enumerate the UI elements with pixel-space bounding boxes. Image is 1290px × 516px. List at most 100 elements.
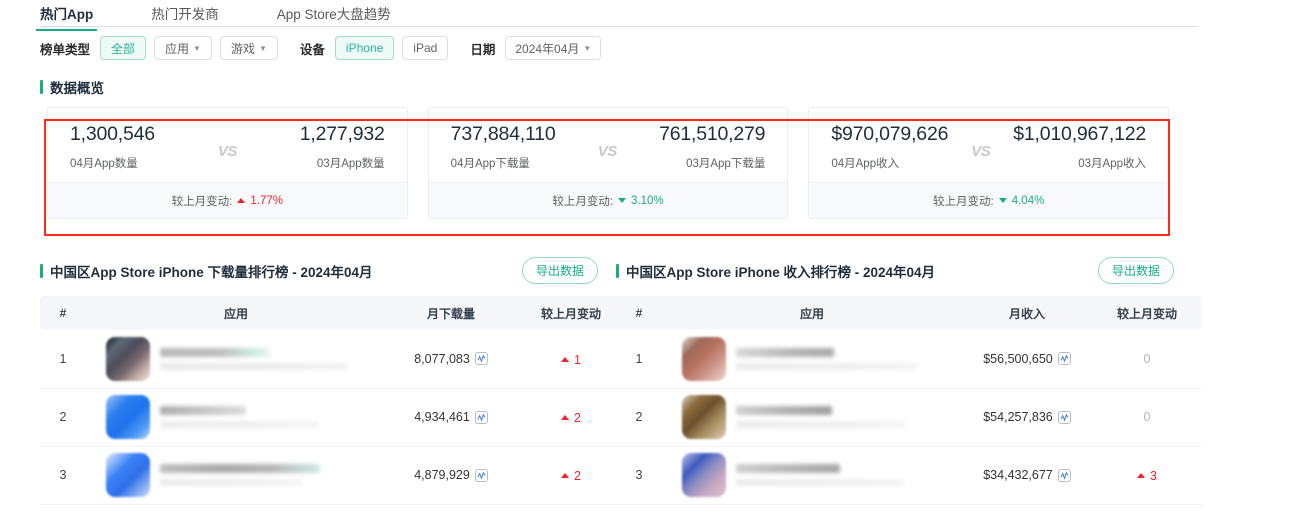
revenue-value: $56,500,650 bbox=[983, 351, 1053, 366]
filter-date-value: 2024年04月 bbox=[515, 41, 580, 56]
tab-hot-app[interactable]: 热门App bbox=[35, 0, 98, 31]
tab-appstore-trend[interactable]: App Store大盘趋势 bbox=[277, 0, 391, 31]
cell-downloads: 4,879,929 bbox=[386, 446, 516, 505]
section-accent-bar bbox=[616, 263, 619, 278]
change-wrap: 1 bbox=[561, 353, 581, 367]
downloads-rank-table: 中国区App Store iPhone 下载量排行榜 - 2024年04月 导出… bbox=[40, 257, 626, 505]
table-row[interactable]: 2 $54,257,836 0 bbox=[616, 388, 1202, 447]
cell-app[interactable] bbox=[86, 330, 386, 389]
vs-separator: VS bbox=[971, 142, 991, 160]
app-cell[interactable] bbox=[86, 336, 386, 381]
app-cell[interactable] bbox=[86, 395, 386, 439]
metric-current: $970,079,626 04月App收入 bbox=[831, 123, 948, 171]
downloads-value: 4,879,929 bbox=[414, 468, 470, 482]
filter-rank-type-all[interactable]: 全部 bbox=[100, 36, 147, 60]
change-wrap: 2 bbox=[561, 411, 581, 425]
filter-device-iphone-label: iPhone bbox=[345, 41, 384, 55]
cell-app[interactable] bbox=[662, 330, 962, 389]
export-downloads-button[interactable]: 导出数据 bbox=[521, 257, 598, 284]
filter-label-rank-type: 榜单类型 bbox=[40, 42, 91, 57]
trend-chart-icon[interactable] bbox=[474, 410, 488, 424]
col-downloads: 月下载量 bbox=[386, 296, 516, 330]
change-wrap: 2 bbox=[561, 469, 581, 483]
cell-rank: 1 bbox=[616, 330, 662, 389]
filter-label-device: 设备 bbox=[299, 42, 325, 57]
change-percent: 3.10% bbox=[631, 194, 664, 207]
rank-value: 3 bbox=[59, 468, 67, 482]
rank-value: 2 bbox=[59, 410, 67, 424]
app-cell[interactable] bbox=[86, 453, 386, 497]
app-name-redacted bbox=[160, 347, 386, 370]
arrow-down-icon bbox=[618, 198, 627, 203]
filter-rank-type-games[interactable]: 游戏 ▼ bbox=[219, 36, 278, 60]
app-name-redacted bbox=[160, 464, 386, 486]
cell-app[interactable] bbox=[662, 446, 962, 505]
cell-rank: 3 bbox=[616, 446, 662, 505]
tab-hot-developer[interactable]: 热门开发商 bbox=[151, 0, 219, 31]
downloads-table-title-text: 中国区App Store iPhone 下载量排行榜 - 2024年04月 bbox=[50, 264, 373, 280]
filter-rank-type-games-label: 游戏 bbox=[230, 41, 255, 56]
app-icon-redacted bbox=[106, 395, 150, 439]
cell-revenue: $54,257,836 bbox=[962, 388, 1092, 447]
overview-card-revenue: $970,079,626 04月App收入 VS $1,010,967,122 … bbox=[808, 107, 1170, 219]
filter-rank-type-apps[interactable]: 应用 ▼ bbox=[154, 36, 212, 60]
cell-change: 2 bbox=[516, 388, 626, 447]
downloads-value-wrap: 8,077,083 bbox=[414, 352, 488, 366]
change-wrap: 3 bbox=[1137, 469, 1157, 483]
revenue-table-title-text: 中国区App Store iPhone 收入排行榜 - 2024年04月 bbox=[626, 264, 936, 280]
arrow-up-icon bbox=[561, 473, 570, 479]
cell-rank: 2 bbox=[40, 388, 86, 447]
app-cell[interactable] bbox=[662, 395, 962, 439]
rank-value: 2 bbox=[635, 410, 643, 424]
revenue-table: # 应用 月收入 较上月变动 1 $56,500,650 0 2 $54,257… bbox=[616, 296, 1202, 505]
cell-rank: 1 bbox=[40, 330, 86, 389]
cell-downloads: 8,077,083 bbox=[386, 330, 516, 389]
trend-chart-icon[interactable] bbox=[474, 468, 488, 482]
table-row[interactable]: 2 4,934,461 2 bbox=[40, 388, 626, 447]
trend-chart-icon[interactable] bbox=[1057, 410, 1071, 424]
table-row[interactable]: 3 $34,432,677 3 bbox=[616, 446, 1202, 505]
arrow-up-icon bbox=[561, 415, 570, 421]
trend-chart-icon[interactable] bbox=[1057, 468, 1071, 482]
metric-previous-value: 1,277,932 bbox=[299, 123, 385, 145]
arrow-down-icon bbox=[998, 198, 1007, 203]
cell-app[interactable] bbox=[86, 388, 386, 447]
app-icon-redacted bbox=[106, 453, 150, 497]
change-percent: 4.04% bbox=[1011, 194, 1045, 207]
col-rank: # bbox=[40, 296, 86, 330]
filter-device-iphone[interactable]: iPhone bbox=[334, 36, 395, 60]
change-value: 0 bbox=[1143, 351, 1151, 366]
overview-card-app-count: 1,300,546 04月App数量 VS 1,277,932 03月App数量… bbox=[47, 107, 408, 219]
card-metrics: 1,300,546 04月App数量 VS 1,277,932 03月App数量 bbox=[48, 108, 407, 182]
app-icon-redacted bbox=[682, 336, 726, 381]
filter-date-picker[interactable]: 2024年04月 ▼ bbox=[505, 36, 602, 60]
col-app: 应用 bbox=[86, 296, 386, 330]
card-change-footer: 较上月变动: 1.77% bbox=[48, 182, 407, 218]
app-cell[interactable] bbox=[662, 453, 962, 497]
vs-separator: VS bbox=[217, 142, 238, 160]
filter-device-ipad[interactable]: iPad bbox=[402, 36, 449, 60]
trend-chart-icon[interactable] bbox=[474, 352, 488, 366]
cell-revenue: $56,500,650 bbox=[962, 330, 1092, 389]
rank-tables: 中国区App Store iPhone 下载量排行榜 - 2024年04月 导出… bbox=[40, 257, 1202, 505]
metric-previous-value: $1,010,967,122 bbox=[1013, 123, 1146, 145]
app-icon-redacted bbox=[682, 395, 726, 439]
metric-current: 1,300,546 04月App数量 bbox=[70, 123, 155, 171]
table-column-headers: # 应用 月收入 较上月变动 bbox=[616, 296, 1202, 330]
metric-previous-caption: 03月App数量 bbox=[316, 158, 385, 170]
table-row[interactable]: 1 $56,500,650 0 bbox=[616, 330, 1202, 389]
trend-chart-icon[interactable] bbox=[1057, 352, 1071, 366]
table-row[interactable]: 3 4,879,929 2 bbox=[40, 446, 626, 505]
table-row[interactable]: 1 8,077,083 1 bbox=[40, 330, 626, 389]
card-metrics: 737,884,110 04月App下载量 VS 761,510,279 03月… bbox=[429, 108, 788, 182]
metric-previous-caption: 03月App收入 bbox=[1078, 158, 1146, 170]
app-cell[interactable] bbox=[662, 336, 962, 381]
cell-app[interactable] bbox=[662, 388, 962, 447]
overview-card-downloads: 737,884,110 04月App下载量 VS 761,510,279 03月… bbox=[427, 107, 789, 219]
revenue-value-wrap: $34,432,677 bbox=[983, 468, 1071, 482]
cell-app[interactable] bbox=[86, 446, 386, 505]
rank-value: 3 bbox=[635, 468, 643, 482]
export-revenue-button[interactable]: 导出数据 bbox=[1097, 257, 1174, 284]
filter-bar: 榜单类型 全部 应用 ▼ 游戏 ▼ 设备 iPhone iPad 日期 2024… bbox=[40, 27, 1290, 69]
metric-current-caption: 04月App下载量 bbox=[450, 158, 530, 170]
